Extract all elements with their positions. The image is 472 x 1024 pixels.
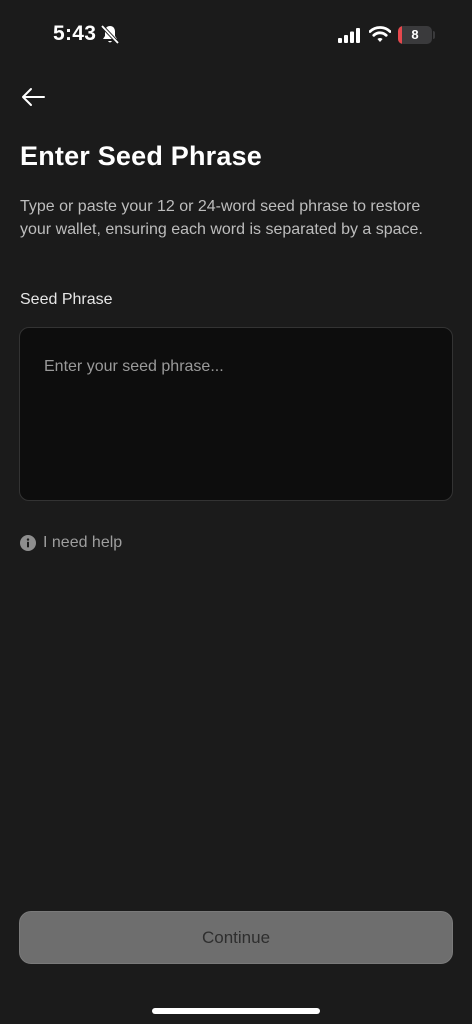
- page-title: Enter Seed Phrase: [20, 141, 263, 171]
- battery-cap: [433, 31, 435, 39]
- status-time: 5:43: [53, 22, 97, 45]
- page-description: Type or paste your 12 or 24-word seed ph…: [20, 198, 423, 238]
- bell-slash-icon: [100, 24, 120, 45]
- seed-phrase-label: Seed Phrase: [20, 291, 113, 308]
- signal-icon: [338, 28, 360, 43]
- continue-button[interactable]: Continue: [19, 911, 453, 964]
- status-bar: 5:43 8: [0, 0, 472, 70]
- battery-level: 8: [411, 27, 419, 42]
- help-link[interactable]: I need help: [20, 532, 122, 554]
- wifi-icon: [369, 26, 391, 42]
- seed-phrase-input[interactable]: [19, 327, 453, 501]
- back-button[interactable]: [16, 82, 52, 114]
- seed-phrase-screen: 5:43 8 Enter Seed Phrase Type or paste y…: [0, 0, 472, 1024]
- info-icon: [20, 535, 36, 551]
- help-link-label: I need help: [43, 534, 123, 551]
- home-indicator[interactable]: [152, 1008, 320, 1014]
- battery-icon: 8: [398, 26, 432, 44]
- arrow-left-icon: [22, 88, 45, 106]
